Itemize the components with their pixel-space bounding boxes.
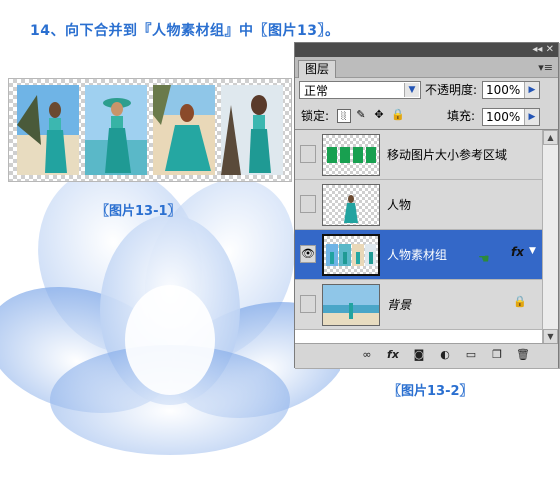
scroll-down-icon[interactable]: ▼	[543, 329, 558, 344]
panel-titlebar[interactable]: ◂◂ ✕	[295, 43, 558, 57]
caption-image-13-2: 〖图片13-2〗	[388, 384, 473, 399]
layers-scrollbar[interactable]: ▲ ▼	[542, 130, 558, 344]
lock-transparency-icon[interactable]: ░	[337, 109, 351, 123]
layer-row-person-group[interactable]: 👁 人物素材组 fx ▼	[295, 230, 542, 280]
panel-tab-row: 图层 ▾≡	[295, 57, 558, 78]
layer-name: 背景	[387, 298, 412, 312]
photo-thumbnail	[153, 85, 215, 175]
layers-list: 移动图片大小参考区域 人物 👁 人物素材组 fx ▼ 背景 🔒 ▲ ▼	[295, 129, 558, 344]
layer-name: 人物素材组	[387, 248, 448, 262]
fill-field[interactable]: 100% ▶	[482, 108, 540, 126]
chevron-down-icon[interactable]: ▼	[529, 246, 536, 256]
layer-effects-icon[interactable]: fx	[511, 245, 524, 259]
opacity-label: 不透明度:	[425, 83, 478, 97]
lock-icon: 🔒	[513, 295, 527, 308]
visibility-toggle[interactable]	[300, 295, 316, 313]
layer-row-person[interactable]: 人物	[295, 180, 542, 230]
new-group-icon[interactable]: ▭	[463, 348, 479, 362]
new-layer-icon[interactable]: ❐	[489, 348, 505, 362]
photo-thumbnail	[85, 85, 147, 175]
layer-row-reference-area[interactable]: 移动图片大小参考区域	[295, 130, 542, 180]
fill-value: 100%	[486, 110, 521, 124]
blend-mode-value: 正常	[304, 84, 329, 98]
photo-thumbnail	[221, 85, 283, 175]
fill-arrow-icon[interactable]: ▶	[524, 109, 539, 125]
lock-all-icon[interactable]: 🔒	[391, 109, 405, 121]
layer-thumbnail	[322, 234, 380, 276]
lock-label: 锁定:	[301, 109, 330, 123]
panel-menu-icon[interactable]: ▾≡	[538, 61, 553, 74]
hand-cursor-icon: ☚	[478, 252, 490, 267]
add-layer-style-icon[interactable]: fx	[385, 348, 401, 362]
opacity-value: 100%	[486, 83, 521, 97]
layer-thumbnail	[322, 284, 380, 326]
photo-strip	[8, 78, 292, 182]
blend-mode-select[interactable]: 正常 ▼	[299, 81, 421, 99]
lock-fill-row: 锁定: ░ ✎ ✥ 🔒 填充: 100% ▶	[299, 107, 554, 127]
lock-move-icon[interactable]: ✥	[373, 109, 385, 121]
scroll-up-icon[interactable]: ▲	[543, 130, 558, 145]
lock-paint-brush-icon[interactable]: ✎	[355, 109, 367, 121]
add-mask-icon[interactable]: ◙	[411, 348, 427, 362]
layer-name: 移动图片大小参考区域	[387, 148, 508, 162]
layer-name: 人物	[387, 198, 412, 212]
opacity-field[interactable]: 100% ▶	[482, 81, 540, 99]
fill-label: 填充:	[447, 109, 476, 123]
adjustment-layer-icon[interactable]: ◐	[437, 348, 453, 362]
layer-thumbnail	[322, 184, 380, 226]
panel-collapse-close-icons[interactable]: ◂◂ ✕	[532, 44, 554, 56]
photo-thumbnail	[17, 85, 79, 175]
blend-opacity-row: 正常 ▼ 不透明度: 100% ▶	[299, 81, 554, 101]
layer-row-background[interactable]: 背景 🔒	[295, 280, 542, 330]
tab-layers[interactable]: 图层	[298, 60, 337, 78]
visibility-toggle[interactable]	[300, 195, 316, 213]
link-layers-icon[interactable]: ∞	[359, 348, 375, 362]
delete-layer-icon[interactable]: 🗑	[515, 348, 531, 362]
caption-image-13-1: 〖图片13-1〗	[96, 204, 181, 219]
layers-panel: ◂◂ ✕ 图层 ▾≡ 正常 ▼ 不透明度: 100% ▶ 锁定: ░ ✎ ✥ 🔒…	[294, 42, 559, 368]
layer-thumbnail	[322, 134, 380, 176]
panel-footer: ∞ fx ◙ ◐ ▭ ❐ 🗑	[295, 343, 558, 368]
step-heading: 14、向下合并到『人物素材组』中〖图片13〗。	[30, 23, 340, 39]
chevron-down-icon[interactable]: ▼	[404, 83, 419, 97]
visibility-toggle[interactable]	[300, 145, 316, 163]
eye-icon[interactable]: 👁	[300, 245, 316, 263]
opacity-arrow-icon[interactable]: ▶	[524, 82, 539, 98]
